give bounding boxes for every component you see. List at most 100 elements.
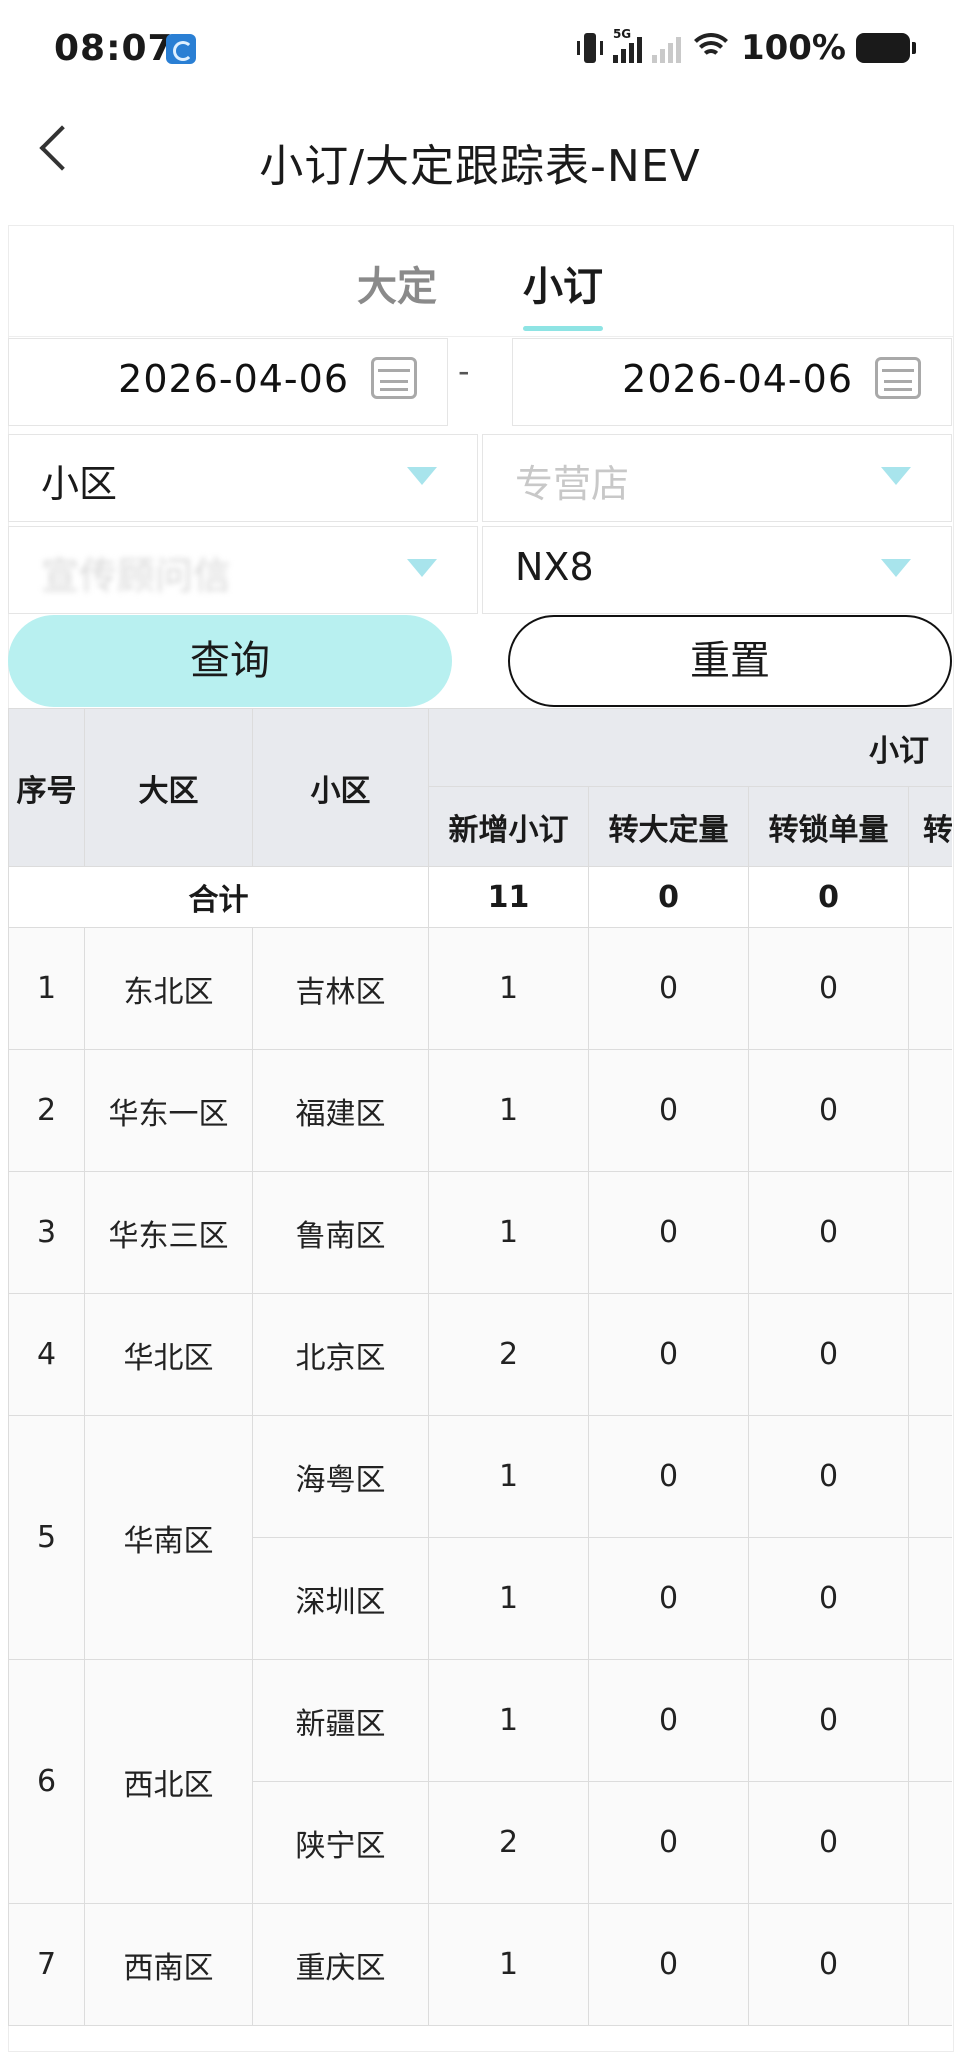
total-label: 合计: [8, 866, 429, 928]
row-to-deposit: 0: [588, 927, 749, 1050]
total-to-lock: 0: [748, 866, 909, 928]
start-date-picker[interactable]: 2026-04-06: [8, 338, 448, 426]
row-to-deposit: 0: [588, 1171, 749, 1294]
row-big-region: 华北区: [84, 1293, 253, 1416]
row-new-orders: 2: [428, 1781, 589, 1904]
row-index: 4: [8, 1293, 85, 1416]
row-to-lock: 0: [748, 1415, 909, 1538]
dropdown-arrow-icon: [881, 467, 911, 485]
row-new-orders: 1: [428, 1537, 589, 1660]
app-notification-icon: [166, 34, 196, 64]
row-new-orders: 1: [428, 1171, 589, 1294]
table-row: 2 华东一区 福建区 1 0 0: [8, 1049, 952, 1172]
row-small-region: 北京区: [252, 1293, 429, 1416]
subheader-to-lock: 转锁单量: [748, 786, 909, 867]
total-new-orders: 11: [428, 866, 589, 928]
dropdown-arrow-icon: [881, 559, 911, 577]
report-table: 序号 大区 小区 小订 新增小订 转大定量 转锁单量 转 合计 11 0 0 1…: [8, 708, 952, 2026]
wifi-icon: [690, 31, 731, 65]
row-to-lock: 0: [748, 1293, 909, 1416]
row-new-orders: 1: [428, 1659, 589, 1782]
battery-icon: [856, 33, 916, 63]
row-small-region: 深圳区: [252, 1537, 429, 1660]
status-bar: 08:07 5G 100%: [0, 0, 960, 100]
row-big-region: 华南区: [84, 1415, 253, 1660]
advisor-select[interactable]: 宣传顾问信: [8, 526, 478, 614]
total-row: 合计 11 0 0: [8, 866, 952, 928]
row-index: 3: [8, 1171, 85, 1294]
subheader-to-deposit: 转大定量: [588, 786, 749, 867]
row-big-region: 华东三区: [84, 1171, 253, 1294]
row-big-region: 华东一区: [84, 1049, 253, 1172]
row-index: 5: [8, 1415, 85, 1660]
calendar-icon: [371, 357, 417, 399]
table-row: 3 华东三区 鲁南区 1 0 0: [8, 1171, 952, 1294]
row-to-deposit: 0: [588, 1293, 749, 1416]
row-small-region: 海粤区: [252, 1415, 429, 1538]
header-big-region: 大区: [84, 708, 253, 867]
row-small-region: 新疆区: [252, 1659, 429, 1782]
calendar-icon: [875, 357, 921, 399]
row-to-deposit: 0: [588, 1903, 749, 2026]
row-to-lock: 0: [748, 1659, 909, 1782]
header-small-region: 小区: [252, 708, 429, 867]
row-to-deposit: 0: [588, 1781, 749, 1904]
network-type-label: 5G: [612, 27, 632, 41]
row-index: 7: [8, 1903, 85, 2026]
date-range-separator: -: [458, 352, 470, 390]
row-new-orders: 1: [428, 1049, 589, 1172]
row-small-region: 鲁南区: [252, 1171, 429, 1294]
row-to-lock: 0: [748, 1171, 909, 1294]
report-table-container[interactable]: 序号 大区 小区 小订 新增小订 转大定量 转锁单量 转 合计 11 0 0 1…: [8, 708, 952, 2028]
active-tab-indicator: [523, 326, 603, 331]
table-row: 7 西南区 重庆区 1 0 0: [8, 1903, 952, 2026]
battery-percent: 100%: [740, 28, 846, 68]
app-screen: 08:07 5G 100% 小订/大定跟踪表-NEV 大定 小订 2026-04…: [0, 0, 960, 2064]
dropdown-arrow-icon: [407, 559, 437, 577]
total-truncated-cell: [908, 866, 952, 928]
row-to-deposit: 0: [588, 1049, 749, 1172]
subheader-truncated: 转: [908, 786, 952, 867]
row-new-orders: 1: [428, 927, 589, 1050]
row-big-region: 东北区: [84, 927, 253, 1050]
tab-bar: 大定 小订: [9, 226, 953, 337]
store-select[interactable]: 专营店: [482, 434, 952, 522]
row-big-region: 西南区: [84, 1903, 253, 2026]
vibrate-icon: [576, 31, 603, 65]
row-big-region: 西北区: [84, 1659, 253, 1904]
row-small-region: 福建区: [252, 1049, 429, 1172]
row-truncated-cell: [908, 1537, 952, 1660]
table-row: 4 华北区 北京区 2 0 0: [8, 1293, 952, 1416]
signal-sim2-icon: [651, 33, 681, 63]
row-truncated-cell: [908, 1049, 952, 1172]
reset-button[interactable]: 重置: [508, 615, 952, 707]
region-select-value: 小区: [41, 462, 118, 506]
row-to-lock: 0: [748, 1903, 909, 2026]
model-select[interactable]: NX8: [482, 526, 952, 614]
total-to-deposit: 0: [588, 866, 749, 928]
model-select-value: NX8: [515, 545, 594, 589]
row-truncated-cell: [908, 1293, 952, 1416]
subheader-new-orders: 新增小订: [428, 786, 589, 867]
row-truncated-cell: [908, 1415, 952, 1538]
row-to-deposit: 0: [588, 1537, 749, 1660]
table-row: 6 西北区 新疆区 1 0 0: [8, 1659, 952, 1904]
row-index: 2: [8, 1049, 85, 1172]
query-button[interactable]: 查询: [8, 615, 452, 707]
row-truncated-cell: [908, 927, 952, 1050]
tab-deposit[interactable]: 大定: [357, 254, 437, 312]
dropdown-arrow-icon: [407, 467, 437, 485]
row-to-lock: 0: [748, 927, 909, 1050]
row-index: 6: [8, 1659, 85, 1904]
store-select-placeholder: 专营店: [515, 462, 630, 506]
row-to-lock: 0: [748, 1781, 909, 1904]
row-to-deposit: 0: [588, 1415, 749, 1538]
region-select[interactable]: 小区: [8, 434, 478, 522]
row-small-region: 重庆区: [252, 1903, 429, 2026]
tab-small-order[interactable]: 小订: [523, 254, 603, 312]
page-title: 小订/大定跟踪表-NEV: [259, 141, 701, 192]
advisor-select-value: 宣传顾问信: [41, 554, 232, 598]
row-to-lock: 0: [748, 1537, 909, 1660]
table-row: 1 东北区 吉林区 1 0 0: [8, 927, 952, 1050]
end-date-picker[interactable]: 2026-04-06: [512, 338, 952, 426]
